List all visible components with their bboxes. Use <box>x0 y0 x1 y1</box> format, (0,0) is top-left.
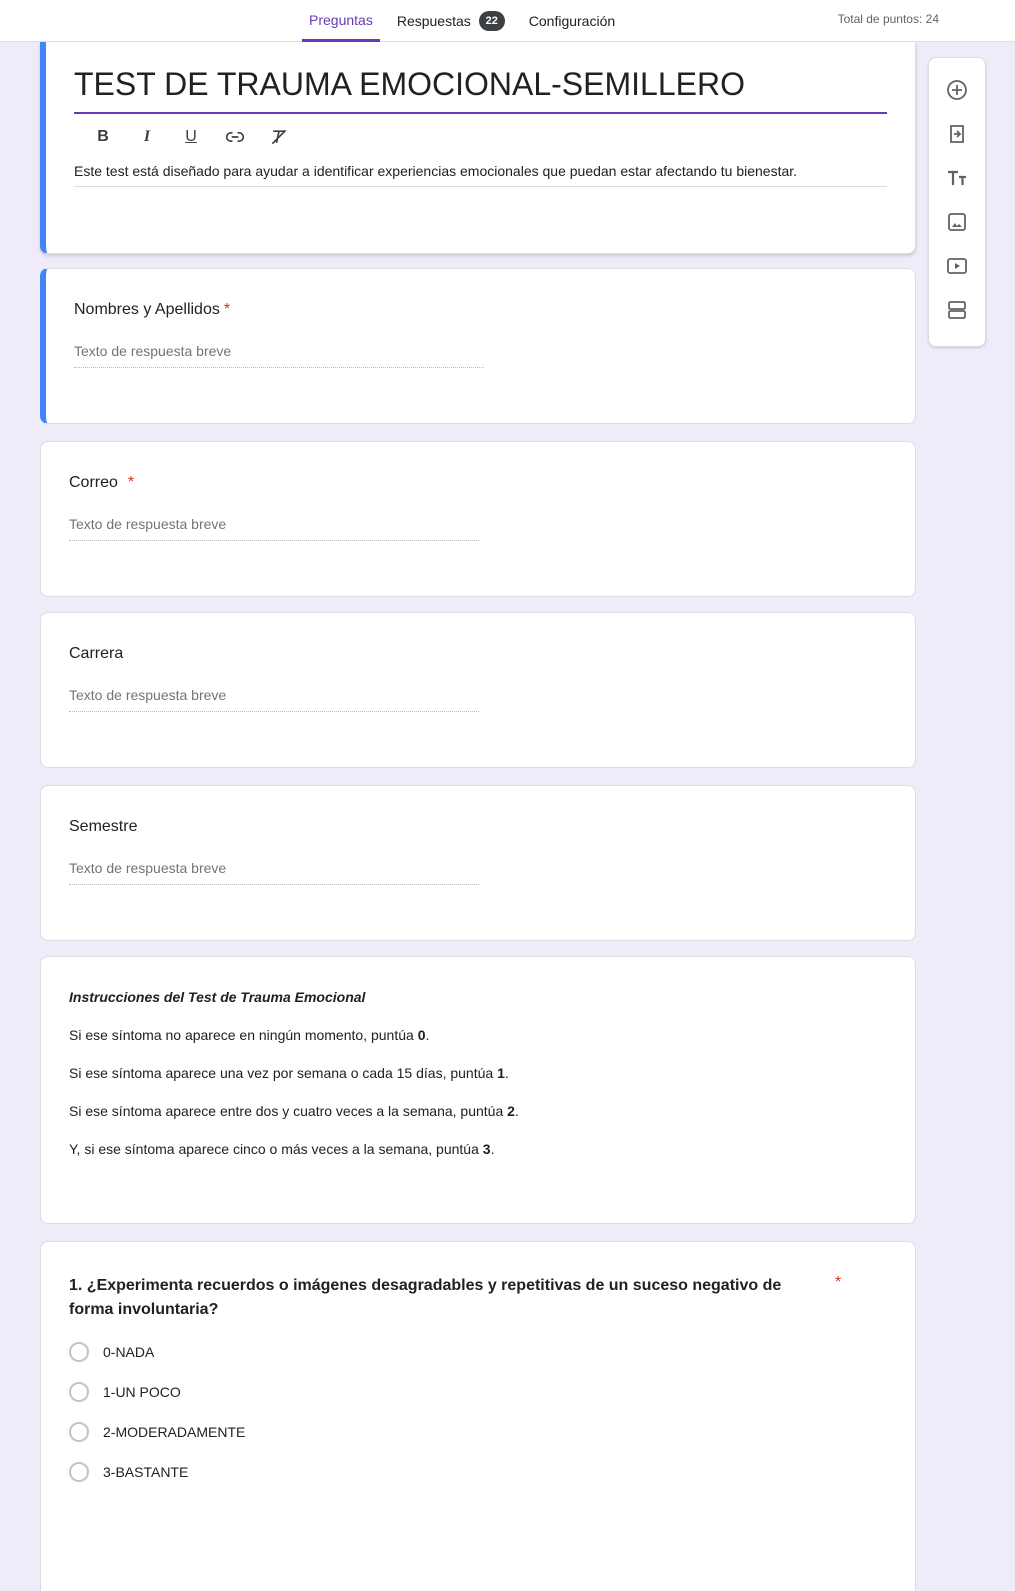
required-marker: * <box>127 474 135 491</box>
short-answer-placeholder: Texto de respuesta breve <box>69 516 479 541</box>
instruction-line: Si ese síntoma aparece entre dos y cuatr… <box>69 1103 519 1119</box>
question-card-carrera[interactable]: Carrera Texto de respuesta breve <box>40 612 916 768</box>
question-header: 1. ¿Experimenta recuerdos o imágenes des… <box>69 1242 887 1322</box>
form-header-card[interactable]: TEST DE TRAUMA EMOCIONAL-SEMILLERO B I U… <box>40 42 916 254</box>
question-card-1[interactable]: 1. ¿Experimenta recuerdos o imágenes des… <box>40 1241 916 1591</box>
instructions-card[interactable]: Instrucciones del Test de Trauma Emocion… <box>40 956 916 1224</box>
radio-option[interactable]: 0-NADA <box>69 1342 887 1362</box>
radio-option[interactable]: 3-BASTANTE <box>69 1462 887 1482</box>
question-title: Carrera <box>69 645 124 662</box>
total-points: Total de puntos: 24 <box>837 12 939 26</box>
import-questions-icon[interactable] <box>939 116 975 152</box>
floating-toolbar <box>928 57 986 347</box>
top-bar: Preguntas Respuestas 22 Configuración To… <box>0 0 1015 42</box>
required-marker: * <box>835 1274 842 1291</box>
clear-format-icon <box>271 129 287 145</box>
instruction-line: Si ese síntoma aparece una vez por seman… <box>69 1065 509 1081</box>
instructions-title: Instrucciones del Test de Trauma Emocion… <box>69 989 366 1005</box>
tab-preguntas[interactable]: Preguntas <box>302 0 380 42</box>
radio-button[interactable] <box>69 1422 89 1442</box>
form-title[interactable]: TEST DE TRAUMA EMOCIONAL-SEMILLERO <box>74 42 887 114</box>
short-answer-placeholder: Texto de respuesta breve <box>74 343 484 368</box>
underline-button[interactable]: U <box>176 124 206 150</box>
short-answer-placeholder: Texto de respuesta breve <box>69 687 479 712</box>
link-button[interactable] <box>220 124 250 150</box>
radio-option[interactable]: 1-UN POCO <box>69 1382 887 1402</box>
add-image-icon[interactable] <box>939 204 975 240</box>
italic-button[interactable]: I <box>132 124 162 150</box>
instruction-line: Si ese síntoma no aparece en ningún mome… <box>69 1027 430 1043</box>
radio-button[interactable] <box>69 1342 89 1362</box>
add-video-icon[interactable] <box>939 248 975 284</box>
question-card-nombres[interactable]: Nombres y Apellidos * Texto de respuesta … <box>40 268 916 424</box>
add-section-icon[interactable] <box>939 292 975 328</box>
radio-button[interactable] <box>69 1462 89 1482</box>
instruction-line: Y, si ese síntoma aparece cinco o más ve… <box>69 1141 495 1157</box>
question-card-correo[interactable]: Correo * Texto de respuesta breve <box>40 441 916 597</box>
left-margin <box>0 42 10 1591</box>
add-question-icon[interactable] <box>939 72 975 108</box>
bold-button[interactable]: B <box>88 124 118 150</box>
add-title-icon[interactable] <box>939 160 975 196</box>
question-title: Correo * <box>69 474 135 491</box>
radio-option[interactable]: 2-MODERADAMENTE <box>69 1422 887 1442</box>
question-card-semestre[interactable]: Semestre Texto de respuesta breve <box>40 785 916 941</box>
form-description[interactable]: Este test está diseñado para ayudar a id… <box>74 160 887 187</box>
tab-configuracion[interactable]: Configuración <box>522 0 622 42</box>
question-title: Nombres y Apellidos * <box>74 301 231 318</box>
question-title: 1. ¿Experimenta recuerdos o imágenes des… <box>69 1277 782 1318</box>
tab-respuestas[interactable]: Respuestas 22 <box>390 0 512 42</box>
short-answer-placeholder: Texto de respuesta breve <box>69 860 479 885</box>
question-title: Semestre <box>69 818 138 835</box>
radio-button[interactable] <box>69 1382 89 1402</box>
tab-bar: Preguntas Respuestas 22 Configuración <box>302 0 622 42</box>
responses-count-badge: 22 <box>478 11 505 31</box>
clear-format-button[interactable] <box>264 124 294 150</box>
link-icon <box>225 132 245 142</box>
format-toolbar: B I U <box>74 124 915 150</box>
required-marker: * <box>223 301 231 318</box>
